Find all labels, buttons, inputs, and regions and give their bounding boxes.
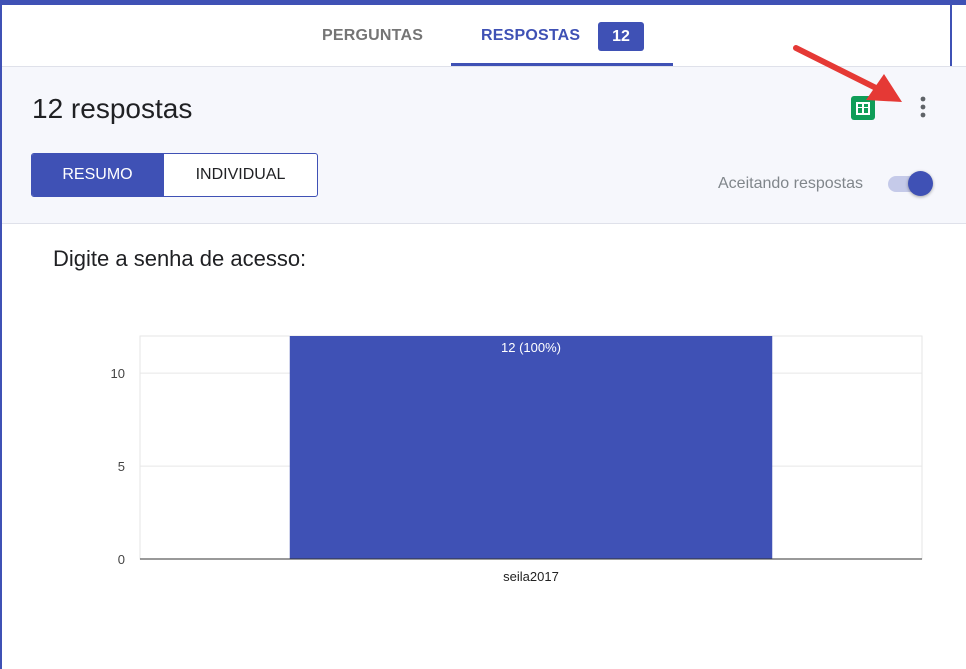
annotation-arrow-icon	[793, 45, 902, 102]
bar	[289, 336, 773, 559]
bar-data-label: 12 (100%)	[501, 340, 561, 355]
y-tick-label: 10	[111, 366, 125, 381]
y-tick-label: 0	[118, 552, 125, 567]
y-tick-label: 5	[118, 459, 125, 474]
x-tick-label: seila2017	[503, 569, 559, 584]
